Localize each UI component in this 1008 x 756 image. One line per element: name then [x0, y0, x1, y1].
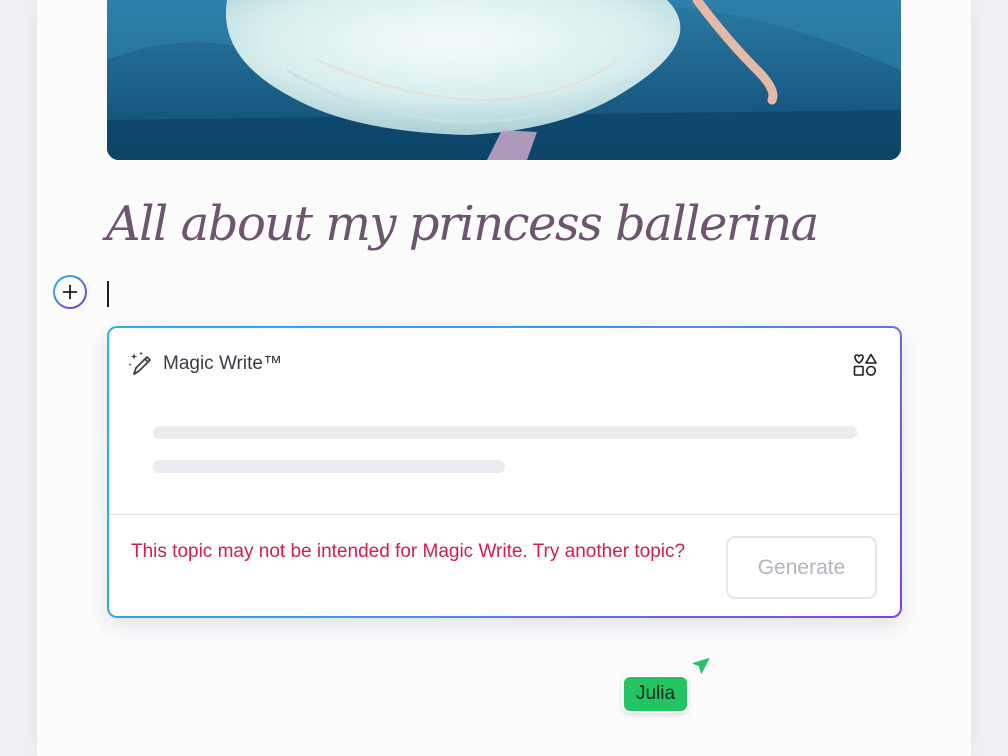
text-caret	[107, 281, 109, 307]
document-title[interactable]: All about my princess ballerina	[106, 196, 819, 252]
add-block-button[interactable]	[53, 275, 87, 309]
loading-skeleton-line	[153, 426, 857, 439]
ballerina-image	[107, 0, 901, 160]
plus-icon	[62, 284, 78, 300]
error-message: This topic may not be intended for Magic…	[131, 541, 686, 562]
generate-button[interactable]: Generate	[726, 536, 877, 599]
ballerina-photo[interactable]	[107, 0, 901, 160]
magic-write-title: Magic Write™	[163, 353, 282, 374]
magic-write-panel: Magic Write™ This topic may not be inten…	[107, 326, 902, 618]
shapes-icon	[853, 353, 877, 376]
collaborator-name-tag: Julia	[622, 675, 690, 713]
divider	[109, 514, 900, 515]
magic-write-header: Magic Write™	[127, 350, 282, 378]
elements-button[interactable]	[852, 352, 878, 378]
loading-skeleton-line	[153, 460, 505, 473]
magic-pencil-icon	[128, 351, 151, 375]
arrow-cursor-icon	[688, 655, 713, 678]
